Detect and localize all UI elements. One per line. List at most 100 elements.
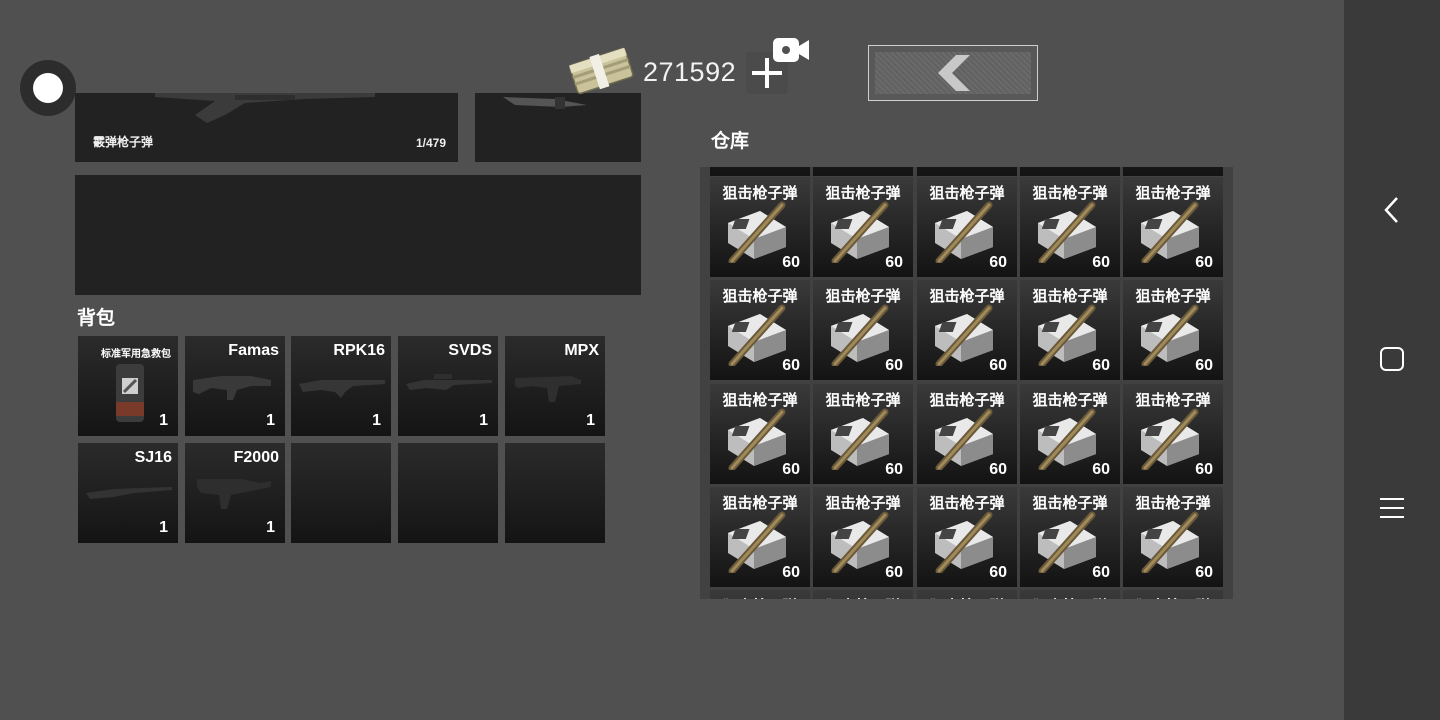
assistive-dot-icon [33, 73, 63, 103]
warehouse-grid[interactable]: 狙击枪子弹 60 狙击枪子弹 60 狙击枪子弹 60 狙击枪子弹 60 狙击枪子弹 60 狙击枪子弹… [700, 167, 1233, 599]
cash-stack-icon [569, 47, 634, 95]
warehouse-item-slot[interactable]: 狙击枪子弹60 [917, 487, 1017, 587]
warehouse-item-slot[interactable]: 狙击枪子弹60 [1020, 590, 1120, 599]
item-name: 狙击枪子弹 [722, 391, 798, 409]
item-name: 狙击枪子弹 [1032, 391, 1108, 409]
item-quantity: 60 [1092, 254, 1110, 271]
warehouse-item-slot[interactable]: 狙击枪子弹60 [1123, 177, 1223, 277]
warehouse-item-slot[interactable]: 狙击枪子弹60 [1123, 487, 1223, 587]
item-quantity: 60 [1092, 167, 1110, 171]
warehouse-item-slot[interactable]: 狙击枪子弹60 [917, 167, 1017, 176]
warehouse-item-slot[interactable]: 狙击枪子弹60 [1123, 280, 1223, 380]
backpack-slot[interactable]: SJ16 1 [78, 443, 178, 543]
item-name: 狙击枪子弹 [825, 391, 901, 409]
item-name: 狙击枪子弹 [813, 595, 913, 599]
menu-lines-icon [1380, 498, 1404, 518]
warehouse-item-slot[interactable]: 狙击枪子弹 60 [1020, 177, 1120, 277]
item-name: 狙击枪子弹 [825, 287, 901, 305]
item-name: 狙击枪子弹 [1135, 494, 1211, 512]
warehouse-item-slot[interactable]: 狙击枪子弹 60 [917, 177, 1017, 277]
backpack-slot-empty[interactable] [398, 443, 498, 543]
nav-recents-button[interactable] [1372, 488, 1412, 528]
warehouse-item-slot[interactable]: 狙击枪子弹 60 [1020, 384, 1120, 484]
item-quantity: 60 [1195, 357, 1213, 374]
backpack-slot[interactable]: SVDS 1 [398, 336, 498, 436]
item-name: 狙击枪子弹 [1032, 494, 1108, 512]
chevron-left-icon [938, 55, 970, 91]
shotgun-icon [155, 93, 375, 123]
item-quantity: 1 [266, 412, 275, 429]
warehouse-item-slot[interactable]: 狙击枪子弹60 [1020, 167, 1120, 176]
item-quantity: 1 [372, 412, 381, 429]
warehouse-item-slot[interactable]: 狙击枪子弹60 [813, 177, 913, 277]
item-quantity: 60 [1195, 167, 1213, 171]
item-quantity: 60 [782, 167, 800, 171]
item-name: 狙击枪子弹 [825, 494, 901, 512]
item-name: 狙击枪子弹 [929, 494, 1005, 512]
warehouse-item-slot[interactable]: 狙击枪子弹60 [1123, 384, 1223, 484]
equipped-melee-slot[interactable] [475, 93, 641, 162]
warehouse-item-slot[interactable]: 狙击枪子弹60 [813, 590, 913, 599]
item-name: 狙击枪子弹 [929, 391, 1005, 409]
nav-home-button[interactable] [1372, 339, 1412, 379]
item-name: 狙击枪子弹 [1020, 595, 1120, 599]
item-name: 狙击枪子弹 [722, 494, 798, 512]
item-quantity: 60 [782, 254, 800, 271]
item-quantity: 60 [1092, 564, 1110, 581]
item-quantity: 60 [989, 167, 1007, 171]
ammo-type-label: 霰弹枪子弹 [93, 135, 154, 149]
item-quantity: 60 [1092, 357, 1110, 374]
item-quantity: 60 [1195, 254, 1213, 271]
item-quantity: 60 [782, 461, 800, 478]
warehouse-item-slot[interactable]: 狙击枪子弹 60 [710, 384, 810, 484]
backpack-slot[interactable]: RPK16 1 [291, 336, 391, 436]
item-quantity: 60 [989, 461, 1007, 478]
nav-back-button[interactable] [1372, 190, 1412, 230]
item-name: 狙击枪子弹 [917, 595, 1017, 599]
item-name: 狙击枪子弹 [1032, 184, 1108, 202]
item-name: RPK16 [333, 342, 385, 359]
backpack-slot[interactable]: Famas 1 [185, 336, 285, 436]
warehouse-item-slot[interactable]: 狙击枪子弹60 [917, 590, 1017, 599]
warehouse-item-slot[interactable]: 狙击枪子弹 60 [917, 384, 1017, 484]
warehouse-item-slot[interactable]: 狙击枪子弹60 [710, 590, 810, 599]
warehouse-item-slot[interactable]: 狙击枪子弹60 [917, 280, 1017, 380]
item-name: F2000 [233, 449, 279, 466]
backpack-slot-empty[interactable] [505, 443, 605, 543]
equipped-shotgun-slot[interactable]: 霰弹枪子弹 1/479 [75, 93, 458, 162]
item-name: 狙击枪子弹 [929, 184, 1005, 202]
warehouse-item-slot[interactable]: 狙击枪子弹60 [813, 384, 913, 484]
game-screen: 霰弹枪子弹 1/479 271592 背包 标准军用急救包 1 Famas 1 … [0, 0, 1344, 720]
warehouse-item-slot[interactable]: 狙击枪子弹60 [1020, 280, 1120, 380]
item-quantity: 60 [1092, 461, 1110, 478]
backpack-slot[interactable]: 标准军用急救包 1 [78, 336, 178, 436]
item-quantity: 60 [885, 357, 903, 374]
floating-assistive-button[interactable] [20, 60, 76, 116]
warehouse-item-slot[interactable]: 狙击枪子弹60 [710, 177, 810, 277]
warehouse-item-slot[interactable]: 狙击枪子弹60 [1123, 590, 1223, 599]
item-name: 狙击枪子弹 [929, 287, 1005, 305]
item-name: SVDS [448, 342, 492, 359]
back-button[interactable] [868, 45, 1038, 101]
video-ad-icon[interactable] [771, 34, 811, 66]
warehouse-item-slot[interactable]: 狙击枪子弹 60 [710, 487, 810, 587]
warehouse-item-slot[interactable]: 狙击枪子弹60 [813, 167, 913, 176]
backpack-slot-empty[interactable] [291, 443, 391, 543]
knife-icon [503, 97, 587, 109]
warehouse-item-slot[interactable]: 狙击枪子弹60 [710, 280, 810, 380]
item-name: SJ16 [134, 449, 172, 466]
item-name: MPX [564, 342, 599, 359]
warehouse-item-slot[interactable]: 狙击枪子弹 60 [1020, 487, 1120, 587]
item-quantity: 1 [266, 519, 275, 536]
item-name: 狙击枪子弹 [710, 595, 810, 599]
item-quantity: 60 [782, 564, 800, 581]
backpack-slot[interactable]: MPX 1 [505, 336, 605, 436]
item-quantity: 60 [885, 254, 903, 271]
warehouse-item-slot[interactable]: 狙击枪子弹60 [813, 487, 913, 587]
warehouse-item-slot[interactable]: 狙击枪子弹 60 [813, 280, 913, 380]
back-arrow-icon [1384, 197, 1398, 223]
item-quantity: 60 [989, 254, 1007, 271]
backpack-slot[interactable]: F2000 1 [185, 443, 285, 543]
warehouse-item-slot[interactable]: 狙击枪子弹60 [1123, 167, 1223, 176]
warehouse-item-slot[interactable]: 狙击枪子弹60 [710, 167, 810, 176]
